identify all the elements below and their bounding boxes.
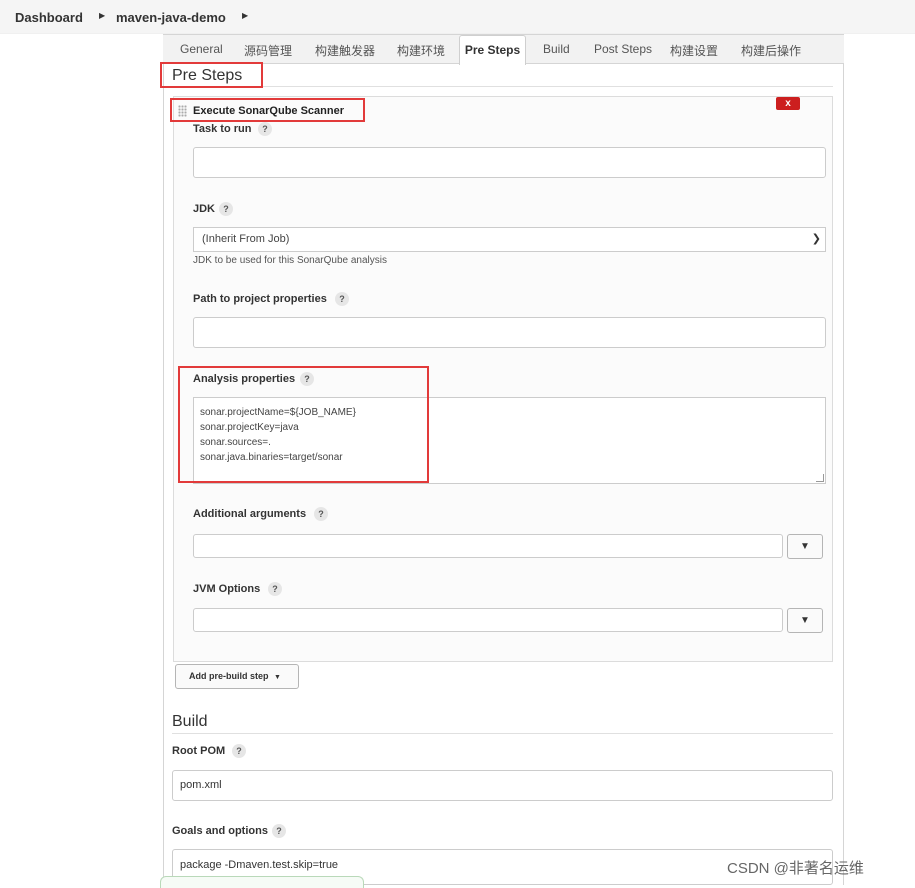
- task-to-run-input[interactable]: [193, 147, 826, 178]
- root-pom-input[interactable]: pom.xml: [172, 770, 833, 801]
- tab-pre-steps[interactable]: Pre Steps: [459, 35, 526, 65]
- highlight-box: [178, 366, 429, 483]
- tab-build-env[interactable]: 构建环境: [397, 42, 445, 59]
- watermark: CSDN @非著名运维: [727, 860, 864, 877]
- additional-arguments-input[interactable]: [193, 534, 783, 558]
- tab-triggers[interactable]: 构建触发器: [315, 42, 375, 59]
- help-icon[interactable]: ?: [232, 744, 246, 758]
- breadcrumb-separator-icon[interactable]: ▶: [99, 11, 105, 20]
- breadcrumb-separator-icon[interactable]: ▶: [242, 11, 248, 20]
- jdk-selected-value: (Inherit From Job): [202, 233, 290, 245]
- breadcrumb-job[interactable]: maven-java-demo: [116, 10, 226, 25]
- highlight-box: [170, 98, 365, 122]
- chevron-down-icon: ❯: [811, 233, 821, 245]
- caret-down-icon: ▼: [274, 674, 281, 681]
- additional-arguments-expand-button[interactable]: ▼: [787, 534, 823, 559]
- jvm-options-input[interactable]: [193, 608, 783, 632]
- help-icon[interactable]: ?: [268, 582, 282, 596]
- jdk-hint: JDK to be used for this SonarQube analys…: [193, 255, 387, 266]
- footer-strip: [160, 876, 364, 888]
- jdk-label: JDK: [193, 203, 216, 215]
- build-section-title: Build: [172, 713, 208, 730]
- help-icon[interactable]: ?: [272, 824, 286, 838]
- tab-post-build-actions[interactable]: 构建后操作: [741, 42, 801, 59]
- help-icon[interactable]: ?: [258, 122, 272, 136]
- jvm-options-expand-button[interactable]: ▼: [787, 608, 823, 633]
- root-pom-label: Root POM: [172, 745, 226, 757]
- goals-options-label: Goals and options: [172, 825, 268, 837]
- add-pre-build-step-button[interactable]: Add pre-build step ▼: [175, 664, 299, 689]
- tab-general[interactable]: General: [180, 42, 223, 56]
- jvm-options-label: JVM Options: [193, 583, 261, 595]
- section-divider: [262, 86, 833, 87]
- breadcrumb: Dashboard ▶ maven-java-demo ▶: [0, 0, 915, 34]
- tab-build[interactable]: Build: [543, 42, 570, 56]
- section-divider: [172, 733, 833, 734]
- tab-scm[interactable]: 源码管理: [244, 42, 292, 59]
- help-icon[interactable]: ?: [219, 202, 233, 216]
- add-pre-build-step-label: Add pre-build step: [189, 671, 269, 681]
- delete-builder-button[interactable]: x: [776, 97, 800, 110]
- task-to-run-label: Task to run: [193, 123, 252, 135]
- resize-handle-icon[interactable]: [816, 474, 824, 482]
- tab-build-settings[interactable]: 构建设置: [670, 42, 718, 59]
- help-icon[interactable]: ?: [335, 292, 349, 306]
- highlight-box: [160, 62, 263, 88]
- jdk-select[interactable]: (Inherit From Job) ❯: [193, 227, 826, 252]
- additional-arguments-label: Additional arguments: [193, 508, 307, 520]
- project-properties-path-label: Path to project properties: [193, 293, 327, 305]
- project-properties-path-input[interactable]: [193, 317, 826, 348]
- tab-post-steps[interactable]: Post Steps: [594, 42, 652, 56]
- help-icon[interactable]: ?: [314, 507, 328, 521]
- breadcrumb-dashboard[interactable]: Dashboard: [15, 10, 83, 25]
